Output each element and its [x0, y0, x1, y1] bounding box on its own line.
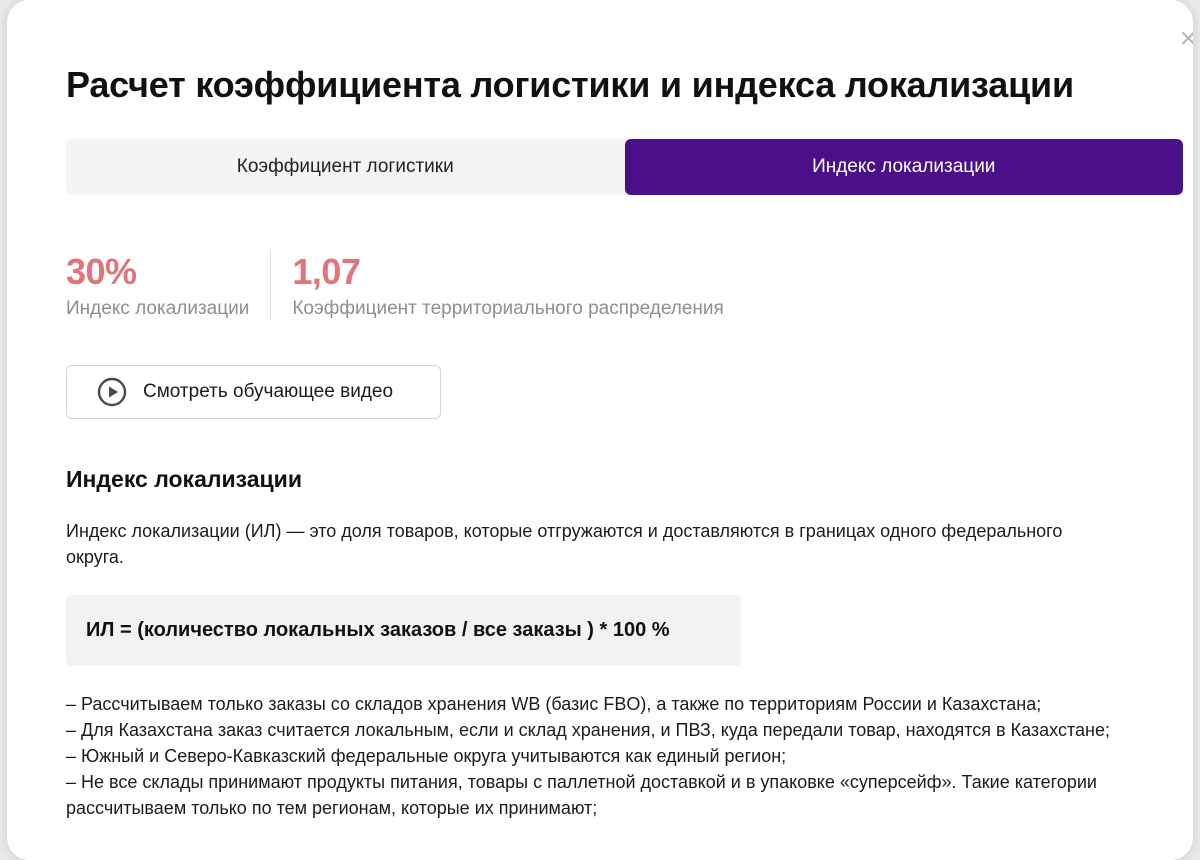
play-circle-icon: [97, 377, 127, 407]
section-intro: Индекс локализации (ИЛ) — это доля товар…: [66, 521, 1063, 567]
section-title: Индекс локализации: [66, 466, 302, 492]
close-icon[interactable]: ×: [1179, 24, 1193, 54]
formula-text: ИЛ = (количество локальных заказов / все…: [86, 619, 670, 641]
stat-label: Индекс локализации: [66, 298, 250, 319]
formula-box: ИЛ = (количество локальных заказов / все…: [66, 595, 741, 666]
stat-localization-index: 30% Индекс локализации: [66, 250, 249, 320]
modal-title: Расчет коэффициента логистики и индекса …: [66, 64, 1074, 105]
stat-label: Коэффициент территориального распределен…: [292, 298, 724, 319]
watch-video-button[interactable]: Смотреть обучающее видео: [66, 365, 441, 419]
rule-item: – Рассчитываем только заказы со складов …: [66, 694, 1042, 714]
tab-bar: Коэффициент логистики Индекс локализации: [66, 139, 1183, 195]
stat-value: 1,07: [292, 251, 361, 292]
watch-video-label: Смотреть обучающее видео: [143, 381, 394, 402]
tab-localization-index[interactable]: Индекс локализации: [624, 139, 1183, 195]
rule-item: – Не все склады принимают продукты питан…: [66, 772, 1097, 818]
stat-divider: [270, 250, 272, 320]
stat-value: 30%: [66, 251, 137, 292]
rule-item: – Южный и Северо-Кавказский федеральные …: [66, 746, 787, 766]
calculation-modal: × Расчет коэффициента логистики и индекс…: [7, 0, 1193, 860]
stat-territorial-coefficient: 1,07 Коэффициент территориального распре…: [292, 250, 723, 320]
rule-item: – Для Казахстана заказ считается локальн…: [66, 720, 1110, 740]
stats-row: 30% Индекс локализации 1,07 Коэффициент …: [66, 250, 724, 320]
rules-list: – Рассчитываем только заказы со складов …: [66, 691, 1176, 821]
tab-logistics-coefficient[interactable]: Коэффициент логистики: [66, 139, 625, 195]
